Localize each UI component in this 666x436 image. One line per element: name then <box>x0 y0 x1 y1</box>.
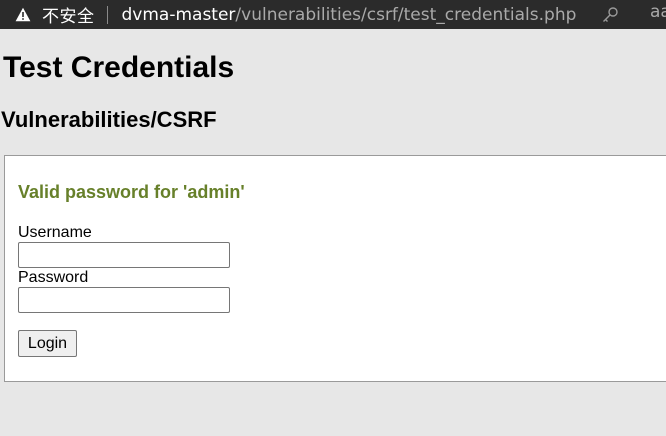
security-warning-text[interactable]: 不安全 <box>42 2 95 27</box>
reader-mode-button[interactable]: aa <box>650 2 666 22</box>
browser-address-bar[interactable]: 不安全 dvma-master/vulnerabilities/csrf/tes… <box>0 0 666 29</box>
password-label: Password <box>18 269 89 286</box>
url-path[interactable]: /vulnerabilities/csrf/test_credentials.p… <box>235 5 576 25</box>
key-icon[interactable] <box>600 5 620 25</box>
result-message: Valid password for 'admin' <box>18 182 245 202</box>
login-button[interactable]: Login <box>18 330 77 357</box>
address-separator <box>106 5 108 24</box>
page-subtitle: Vulnerabilities/CSRF <box>1 107 217 132</box>
url-host[interactable]: dvma-master <box>122 5 236 25</box>
page-title: Test Credentials <box>3 51 235 84</box>
username-label: Username <box>18 224 92 241</box>
password-input[interactable] <box>18 287 230 313</box>
credentials-panel: Valid password for 'admin' Username Pass… <box>4 155 666 382</box>
username-input[interactable] <box>18 242 230 268</box>
warning-triangle-icon[interactable] <box>14 6 32 24</box>
